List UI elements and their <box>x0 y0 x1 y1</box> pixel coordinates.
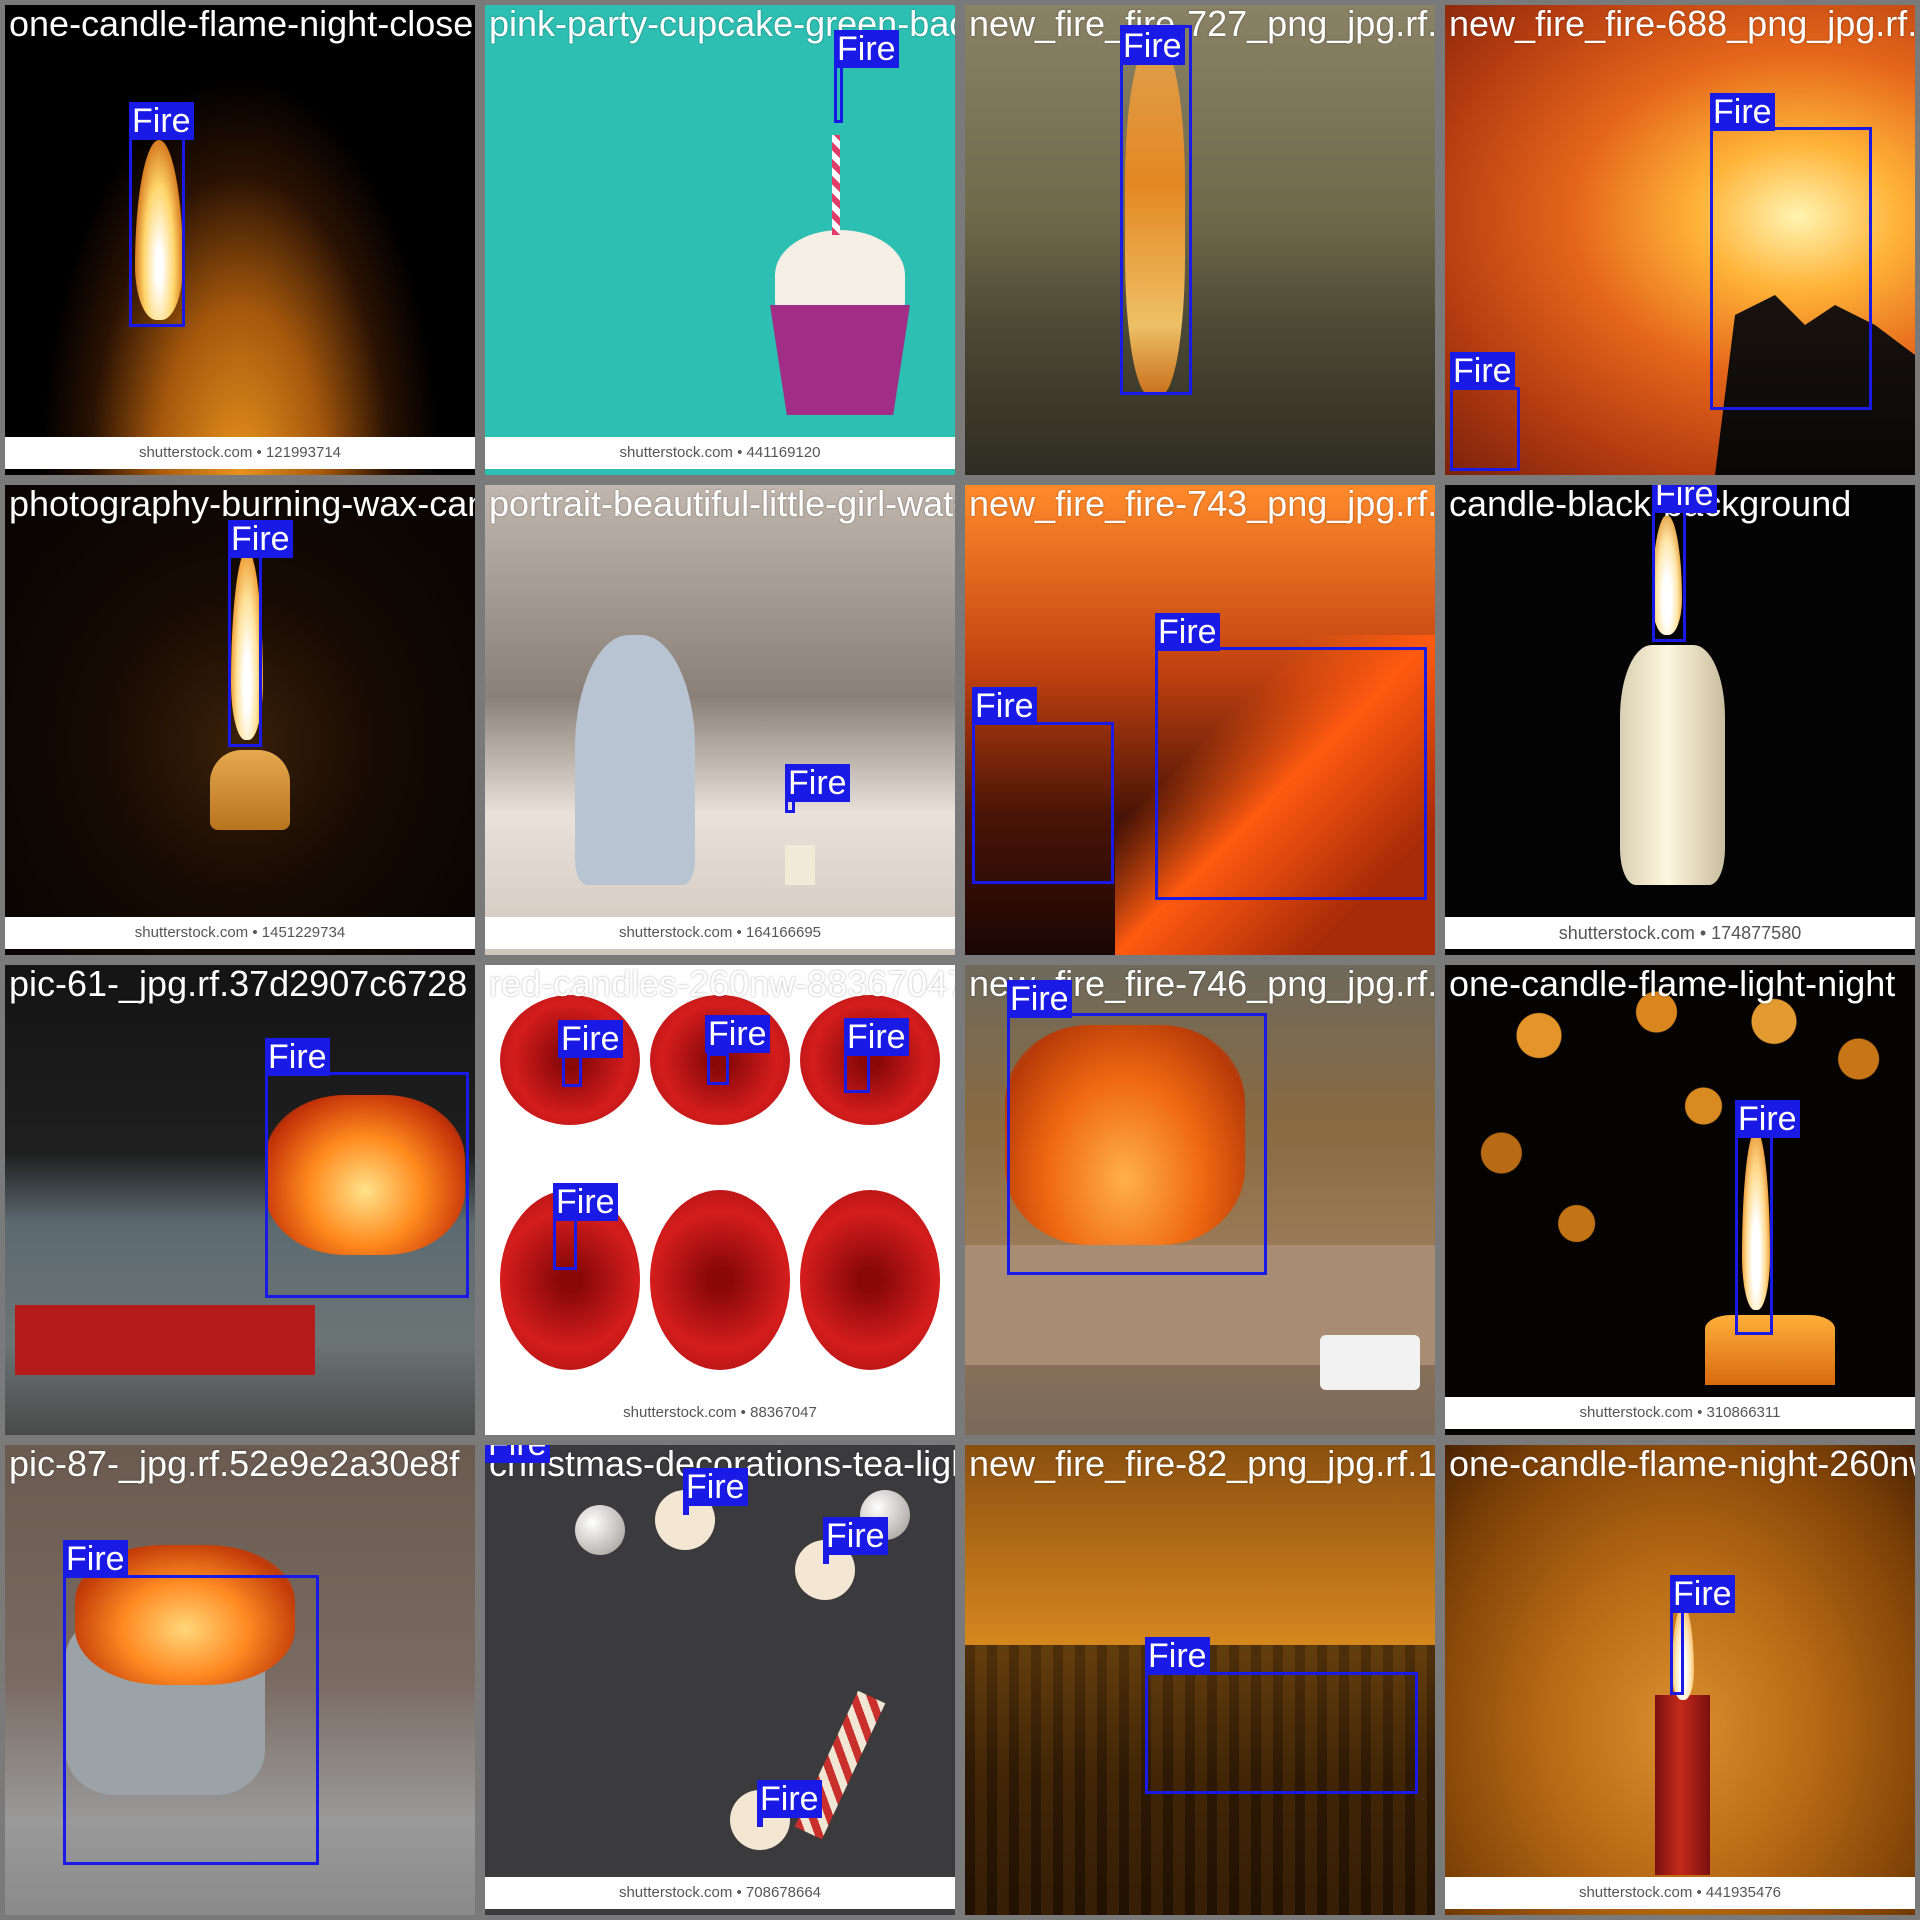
detection-box <box>63 1575 319 1865</box>
image-title: pic-87-_jpg.rf.52e9e2a30e8f <box>9 1445 460 1484</box>
watermark: shutterstock.com • 310866311 <box>1445 1397 1915 1429</box>
watermark: shutterstock.com • 174877580 <box>1445 917 1915 949</box>
candle-photo <box>5 5 475 475</box>
watermark: shutterstock.com • 441169120 <box>485 437 955 469</box>
detection-box <box>1710 127 1872 410</box>
candle-wax <box>210 750 290 830</box>
candle-stick <box>832 135 840 235</box>
detection-label: Fire <box>228 520 293 558</box>
grid-tile: shutterstock.com • 164166695 portrait-be… <box>485 485 955 955</box>
detection-label: Fire <box>1450 352 1515 390</box>
detection-label: Fire <box>1735 1100 1800 1138</box>
grid-tile: pic-87-_jpg.rf.52e9e2a30e8f Fire <box>5 1445 475 1915</box>
table-candle <box>785 845 815 885</box>
detection-box <box>1155 647 1427 900</box>
fire-trucks <box>15 1305 315 1375</box>
detection-box <box>972 722 1114 884</box>
red-candle <box>800 1190 940 1370</box>
detection-label: Fire <box>705 1015 770 1053</box>
image-title: new_fire_fire-743_png_jpg.rf.39d23f9e3c <box>969 485 1435 524</box>
detection-label: Fire <box>1155 613 1220 651</box>
cupcake-liner <box>770 305 910 415</box>
ornament <box>575 1505 625 1555</box>
pickup-truck <box>1320 1335 1420 1390</box>
detection-box <box>1652 507 1686 642</box>
detection-label: Fire <box>485 1445 550 1463</box>
image-title: new_fire_fire-727_png_jpg.rf.9ac9aa0f906… <box>969 5 1435 44</box>
image-title: pic-61-_jpg.rf.37d2907c6728 <box>9 965 468 1004</box>
detection-box <box>834 65 843 123</box>
grid-tile: shutterstock.com • 310866311 one-candle-… <box>1445 965 1915 1435</box>
girl-figure <box>575 635 695 885</box>
detection-label: Fire <box>683 1468 748 1506</box>
image-title: portrait-beautiful-little-girl-watching- <box>489 485 955 524</box>
detection-label: Fire <box>785 764 850 802</box>
detection-box <box>553 1218 577 1270</box>
watermark: shutterstock.com • 708678664 <box>485 1877 955 1909</box>
watermark: shutterstock.com • 121993714 <box>5 437 475 469</box>
grid-tile: shutterstock.com • 174877580 candle-blac… <box>1445 485 1915 955</box>
watermark: shutterstock.com • 88367047 <box>485 1397 955 1429</box>
grid-tile: new_fire_fire-688_png_jpg.rf. Fire Fire <box>1445 5 1915 475</box>
detection-label: Fire <box>1120 27 1185 65</box>
girl-candle-photo <box>485 485 955 955</box>
detection-label: Fire <box>1145 1637 1210 1675</box>
grid-tile: shutterstock.com • 441169120 pink-party-… <box>485 5 955 475</box>
detection-box <box>844 1053 870 1093</box>
detection-label: Fire <box>558 1020 623 1058</box>
grid-tile: new_fire_fire-746_png_jpg.rf.7c729c89e9 … <box>965 965 1435 1435</box>
grid-tile: shutterstock.com • 1451229734 photograph… <box>5 485 475 955</box>
detection-box <box>1007 1013 1267 1275</box>
detection-label: Fire <box>844 1018 909 1056</box>
image-title: one-candle-flame-night-260nw <box>1449 1445 1915 1484</box>
detection-box <box>129 137 185 327</box>
detection-label: Fire <box>265 1038 330 1076</box>
detection-label: Fire <box>1652 485 1717 513</box>
image-title: new_fire_fire-82_png_jpg.rf.1679bdd2a30 <box>969 1445 1435 1484</box>
detection-box <box>228 555 262 747</box>
detection-box <box>1735 1135 1773 1335</box>
detection-label: Fire <box>129 102 194 140</box>
red-candle <box>650 1190 790 1370</box>
watermark: shutterstock.com • 441935476 <box>1445 1877 1915 1909</box>
wildfire-photo <box>965 5 1435 475</box>
detection-label: Fire <box>972 687 1037 725</box>
grid-tile: shutterstock.com • 88367047 red-candles-… <box>485 965 955 1435</box>
detection-label: Fire <box>63 1540 128 1578</box>
detection-box <box>1670 1610 1684 1695</box>
grid-tile: shutterstock.com • 121993714 one-candle-… <box>5 5 475 475</box>
detection-label: Fire <box>823 1517 888 1555</box>
detection-label: Fire <box>1670 1575 1735 1613</box>
detection-label: Fire <box>757 1780 822 1818</box>
detection-label: Fire <box>1710 93 1775 131</box>
detection-box <box>1120 25 1192 395</box>
red-candle <box>800 995 940 1125</box>
image-title: candle-black-background <box>1449 485 1852 524</box>
detection-label: Fire <box>553 1183 618 1221</box>
grid-tile: pic-61-_jpg.rf.37d2907c6728 Fire <box>5 965 475 1435</box>
detection-box <box>1145 1672 1418 1794</box>
detection-box <box>562 1055 582 1087</box>
watermark: shutterstock.com • 164166695 <box>485 917 955 949</box>
candle-wax <box>1620 645 1725 885</box>
image-title: new_fire_fire-688_png_jpg.rf. <box>1449 5 1915 44</box>
image-title: one-candle-flame-night-closeup-260nw-121 <box>9 5 475 44</box>
detection-box <box>1450 387 1520 471</box>
detection-label: Fire <box>1007 980 1072 1018</box>
detection-box <box>265 1072 469 1298</box>
image-title: red-candles-260nw-88367047 <box>489 965 955 1004</box>
grid-tile: new_fire_fire-743_png_jpg.rf.39d23f9e3c … <box>965 485 1435 955</box>
image-title: photography-burning-wax-candle-black-260… <box>9 485 475 524</box>
watermark: shutterstock.com • 1451229734 <box>5 917 475 949</box>
detection-box <box>707 1053 729 1085</box>
grid-tile: new_fire_fire-727_png_jpg.rf.9ac9aa0f906… <box>965 5 1435 475</box>
image-title: one-candle-flame-light-night <box>1449 965 1896 1004</box>
candle-wax <box>1655 1695 1710 1875</box>
candle-bokeh-photo <box>1445 965 1915 1435</box>
grid-tile: shutterstock.com • 708678664 christmas-d… <box>485 1445 955 1915</box>
detection-label: Fire <box>834 30 899 68</box>
grid-tile: shutterstock.com • 441935476 one-candle-… <box>1445 1445 1915 1915</box>
grid-tile: new_fire_fire-82_png_jpg.rf.1679bdd2a30 … <box>965 1445 1435 1915</box>
